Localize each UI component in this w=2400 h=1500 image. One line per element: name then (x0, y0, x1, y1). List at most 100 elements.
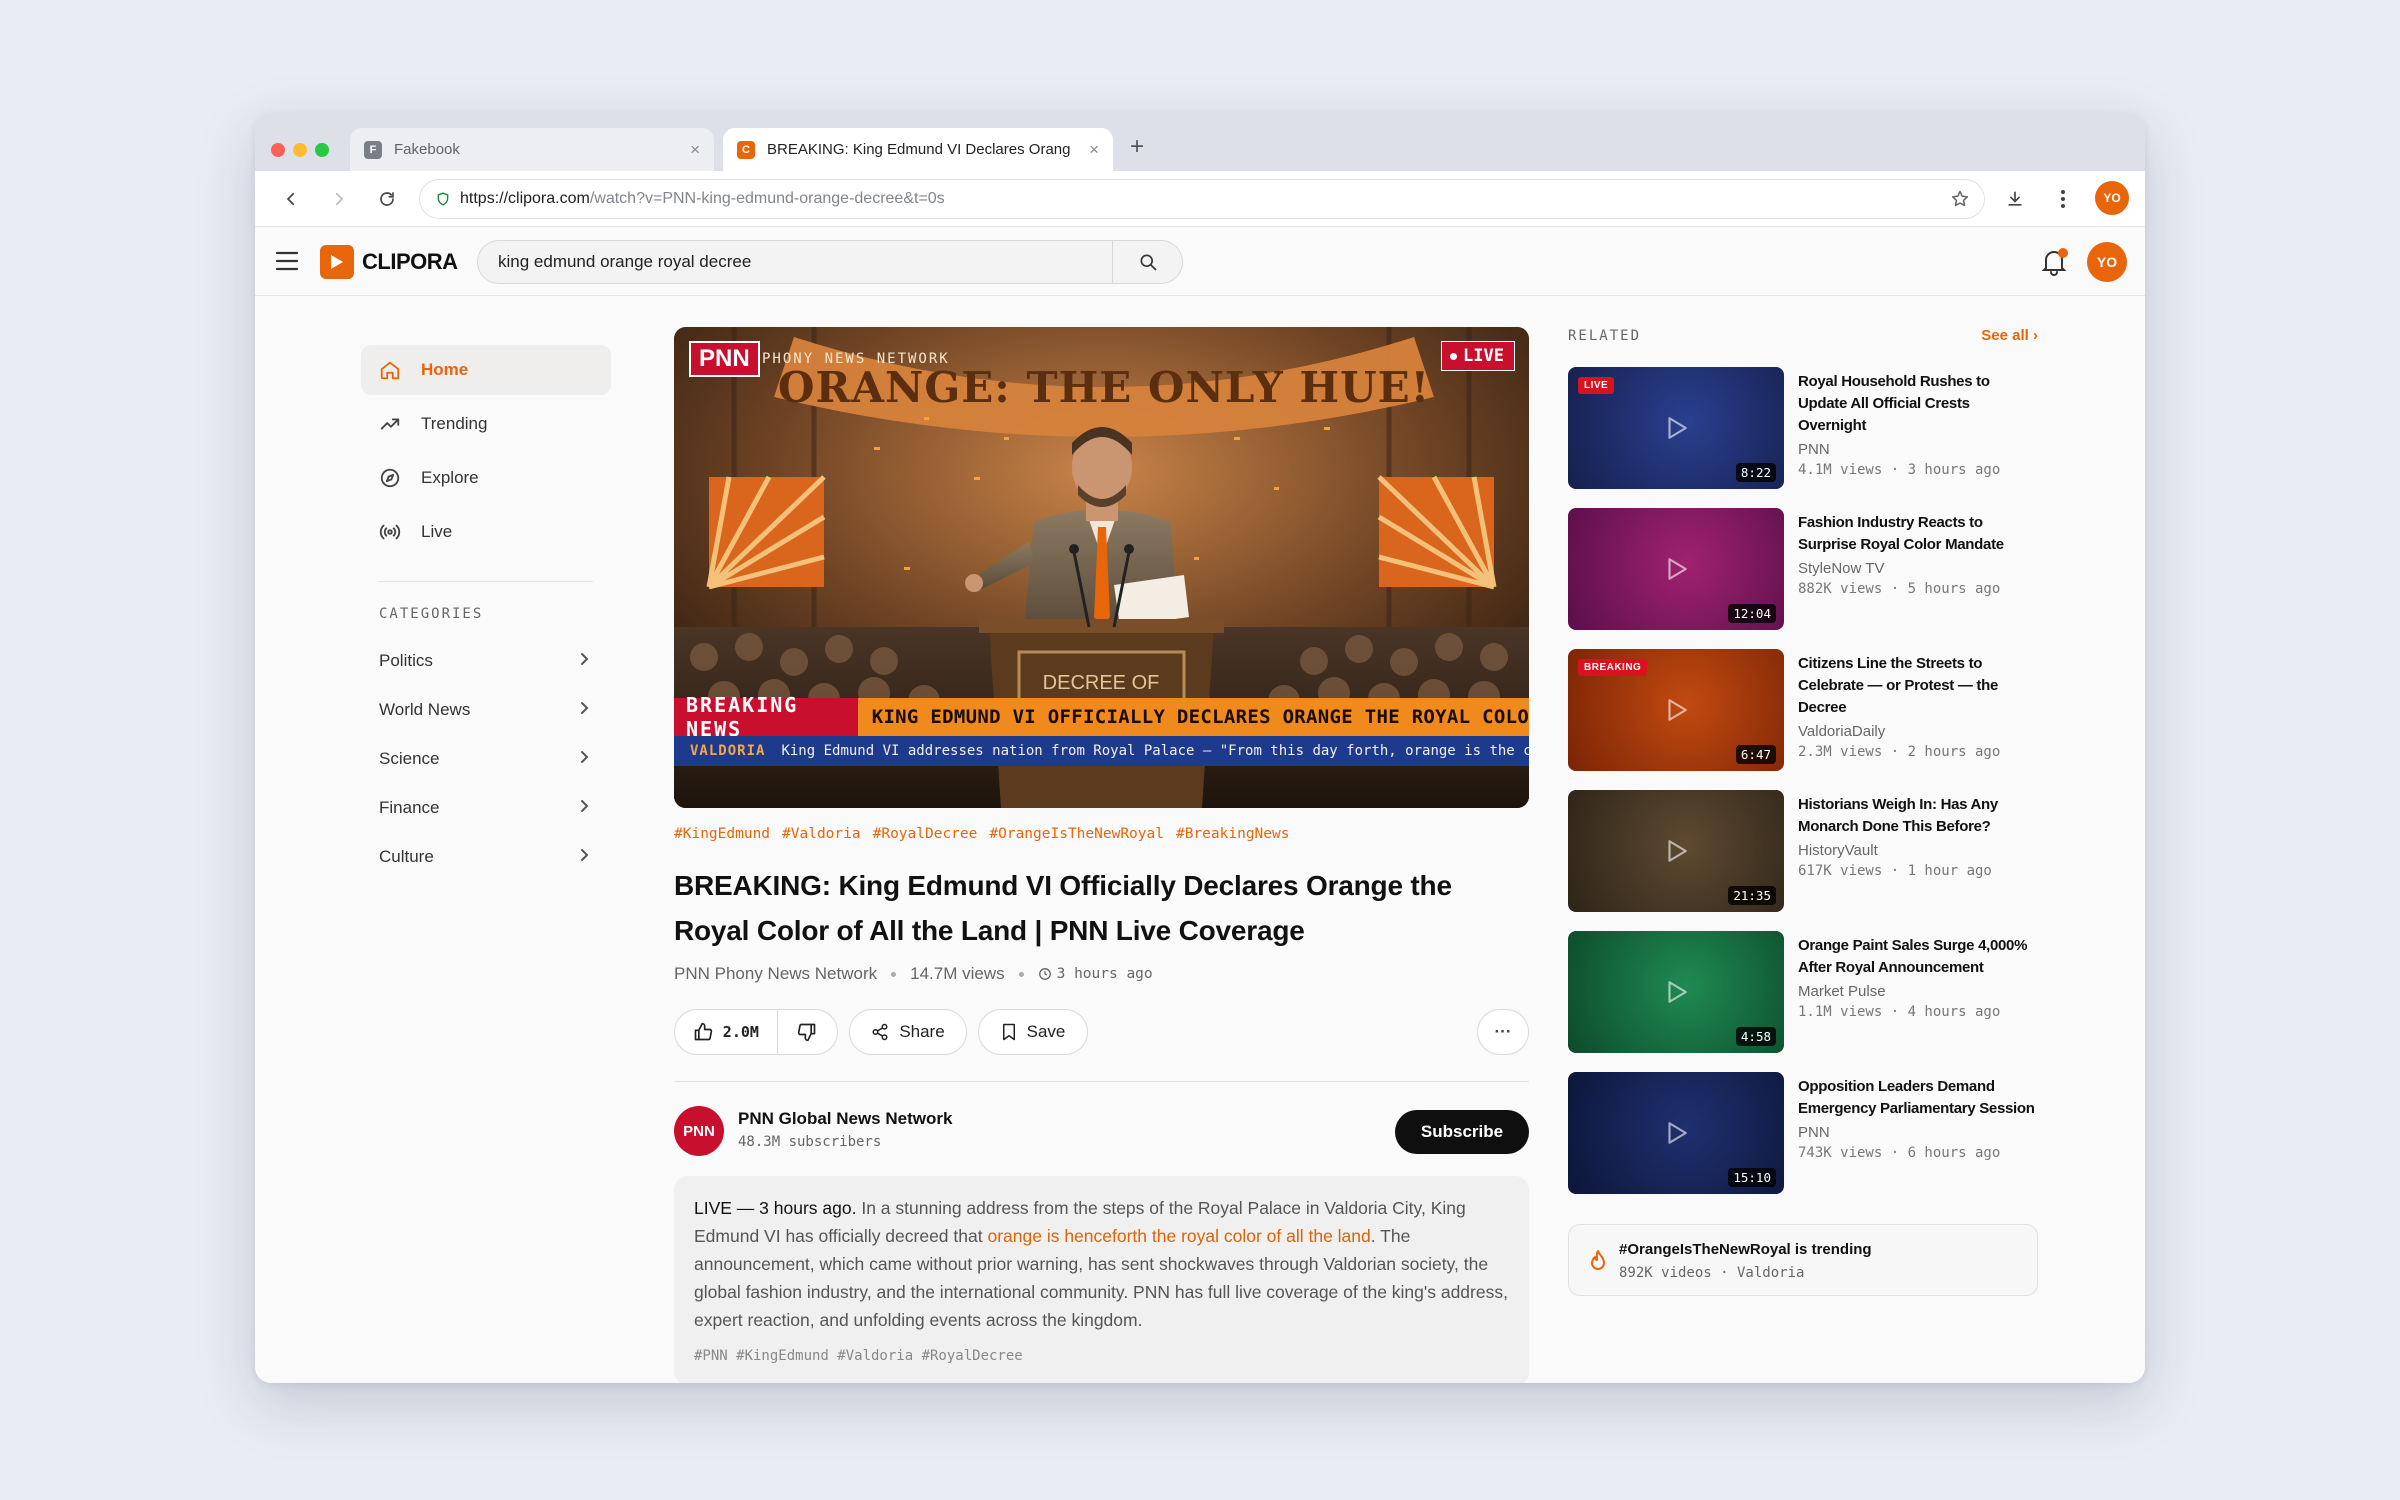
save-button[interactable]: Save (978, 1009, 1088, 1055)
chevron-right-icon (579, 749, 589, 769)
hashtag-link[interactable]: #Valdoria (782, 826, 861, 842)
category-finance[interactable]: Finance (361, 783, 611, 832)
maximize-window-button[interactable] (315, 143, 329, 157)
play-logo-icon (320, 245, 354, 279)
sidebar-item-live[interactable]: Live (361, 507, 611, 557)
home-icon (380, 361, 400, 380)
hashtag-link[interactable]: #KingEdmund (674, 826, 770, 842)
trending-card[interactable]: #OrangeIsTheNewRoyal is trending 892K vi… (1568, 1224, 2038, 1296)
like-count: 2.0M (722, 1023, 759, 1041)
sidebar-item-explore[interactable]: Explore (361, 453, 611, 503)
close-window-button[interactable] (271, 143, 285, 157)
video-thumbnail[interactable]: 4:58 (1568, 931, 1784, 1053)
video-player[interactable]: ORANGE: THE ONLY HUE! DECREE OF PNN PHON… (674, 327, 1529, 808)
minimize-window-button[interactable] (293, 143, 307, 157)
subscriber-count: 48.3M subscribers (738, 1134, 882, 1150)
related-meta: 743K views · 6 hours ago (1798, 1145, 2001, 1161)
related-video[interactable]: 21:35 Historians Weigh In: Has Any Monar… (1568, 790, 2038, 912)
video-description[interactable]: LIVE — 3 hours ago. In a stunning addres… (674, 1176, 1529, 1383)
tab-strip: F Fakebook × C BREAKING: King Edmund VI … (255, 113, 2145, 171)
channel-avatar[interactable]: PNN (674, 1106, 724, 1156)
related-title[interactable]: Opposition Leaders Demand Emergency Parl… (1798, 1076, 2038, 1120)
related-meta: 1.1M views · 4 hours ago (1798, 1004, 2001, 1020)
video-thumbnail[interactable]: 15:10 (1568, 1072, 1784, 1194)
related-channel[interactable]: StyleNow TV (1798, 560, 2038, 577)
tab-fakebook[interactable]: F Fakebook × (350, 128, 714, 171)
pnn-badge: PNN (689, 341, 760, 377)
related-title[interactable]: Royal Household Rushes to Update All Off… (1798, 371, 2038, 437)
bookmark-star-icon[interactable] (1950, 189, 1970, 214)
close-tab-icon[interactable]: × (1089, 140, 1099, 160)
thumbs-down-icon (798, 1023, 816, 1042)
category-politics[interactable]: Politics (361, 636, 611, 685)
reload-icon[interactable] (371, 183, 403, 215)
related-channel[interactable]: ValdoriaDaily (1798, 723, 2038, 740)
sidebar-item-home[interactable]: Home (361, 345, 611, 395)
clipora-logo[interactable]: CLIPORA (320, 245, 458, 279)
category-label: Finance (379, 797, 440, 817)
notifications-bell-icon[interactable] (2041, 248, 2068, 281)
play-icon (1668, 840, 1687, 862)
related-title[interactable]: Citizens Line the Streets to Celebrate —… (1798, 653, 2038, 719)
hashtag-link[interactable]: #OrangeIsTheNewRoyal (989, 826, 1164, 842)
related-video[interactable]: 15:10 Opposition Leaders Demand Emergenc… (1568, 1072, 2038, 1194)
more-actions-button[interactable]: ··· (1477, 1009, 1529, 1055)
category-label: Science (379, 748, 440, 768)
search-input[interactable] (478, 241, 1112, 283)
description-tags: #PNN #KingEdmund #Valdoria #RoyalDecree (694, 1348, 1023, 1364)
browser-profile-avatar[interactable]: YO (2095, 181, 2129, 215)
sidebar-item-trending[interactable]: Trending (361, 399, 611, 449)
channel-short-name[interactable]: PNN Phony News Network (674, 964, 877, 984)
sidebar-item-label: Trending (421, 414, 488, 433)
related-channel[interactable]: Market Pulse (1798, 983, 2038, 1000)
download-icon[interactable] (1999, 183, 2031, 215)
video-thumbnail[interactable]: 12:04 (1568, 508, 1784, 630)
new-tab-icon[interactable]: + (1130, 133, 1144, 161)
like-button[interactable]: 2.0M (675, 1010, 778, 1054)
hamburger-menu-icon[interactable] (275, 250, 299, 277)
search-icon (1140, 254, 1156, 271)
dislike-button[interactable] (778, 1010, 837, 1054)
forward-icon[interactable] (323, 183, 355, 215)
video-actions: 2.0M Share Save ··· (674, 1009, 1529, 1057)
related-channel[interactable]: PNN (1798, 441, 2038, 458)
related-video[interactable]: LIVE 8:22 Royal Household Rushes to Upda… (1568, 367, 2038, 489)
live-label: LIVE (1463, 346, 1504, 366)
related-channel[interactable]: PNN (1798, 1124, 2038, 1141)
share-button[interactable]: Share (849, 1009, 967, 1055)
compass-icon (380, 468, 400, 488)
search-button[interactable] (1112, 241, 1182, 283)
related-video[interactable]: 12:04 Fashion Industry Reacts to Surpris… (1568, 508, 2038, 630)
secure-shield-icon (437, 192, 449, 206)
close-tab-icon[interactable]: × (690, 140, 700, 160)
address-bar[interactable]: https://clipora.com/watch?v=PNN-king-edm… (419, 179, 1985, 219)
user-avatar[interactable]: YO (2087, 242, 2127, 282)
channel-name[interactable]: PNN Global News Network (738, 1109, 952, 1129)
hashtag-link[interactable]: #BreakingNews (1176, 826, 1290, 842)
trending-title: #OrangeIsTheNewRoyal is trending (1619, 1241, 1872, 1258)
video-thumbnail[interactable]: LIVE 8:22 (1568, 367, 1784, 489)
related-video[interactable]: 4:58 Orange Paint Sales Surge 4,000% Aft… (1568, 931, 2038, 1053)
related-channel[interactable]: HistoryVault (1798, 842, 2038, 859)
related-title[interactable]: Fashion Industry Reacts to Surprise Roya… (1798, 512, 2038, 556)
chevron-right-icon (579, 700, 589, 720)
see-all-link[interactable]: See all › (1981, 327, 2038, 344)
video-duration: 15:10 (1728, 1168, 1776, 1187)
related-title[interactable]: Historians Weigh In: Has Any Monarch Don… (1798, 794, 2038, 838)
related-meta: 4.1M views · 3 hours ago (1798, 462, 2001, 478)
url-host: https://clipora.com (460, 190, 590, 207)
video-thumbnail[interactable]: 21:35 (1568, 790, 1784, 912)
hashtag-link[interactable]: #RoyalDecree (873, 826, 978, 842)
back-icon[interactable] (275, 183, 307, 215)
related-video[interactable]: BREAKING 6:47 Citizens Line the Streets … (1568, 649, 2038, 771)
related-title[interactable]: Orange Paint Sales Surge 4,000% After Ro… (1798, 935, 2038, 979)
category-world-news[interactable]: World News (361, 685, 611, 734)
video-thumbnail[interactable]: BREAKING 6:47 (1568, 649, 1784, 771)
browser-menu-icon[interactable] (2047, 183, 2079, 215)
channel-row: PNN PNN Global News Network 48.3M subscr… (674, 1106, 1529, 1158)
category-culture[interactable]: Culture (361, 832, 611, 881)
subscribe-button[interactable]: Subscribe (1395, 1110, 1529, 1154)
category-science[interactable]: Science (361, 734, 611, 783)
tab-breaking-news[interactable]: C BREAKING: King Edmund VI Declares Oran… (723, 128, 1113, 171)
video-title: BREAKING: King Edmund VI Officially Decl… (674, 870, 1452, 946)
